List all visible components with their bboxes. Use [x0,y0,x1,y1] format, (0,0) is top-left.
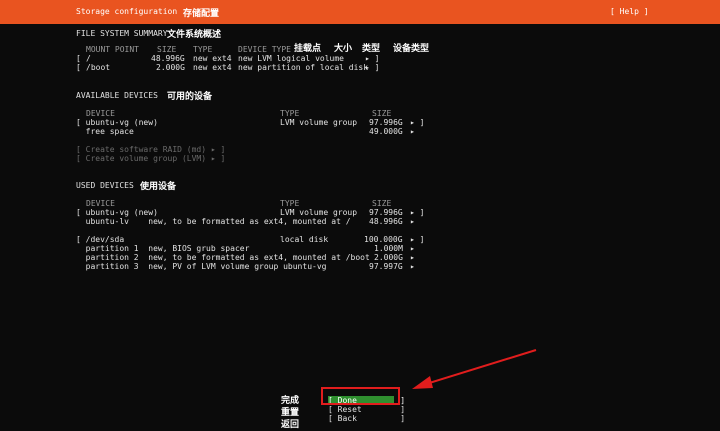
device-name: partition 2 new, to be formatted as ext4… [76,253,370,262]
used-col-type: TYPE [280,199,300,208]
fs-type: new ext4 [193,54,232,63]
row-menu-icon[interactable]: ▸ [410,253,415,262]
fs-col-size-cn: 大小 [334,44,353,54]
device-size: 2.000G [374,253,403,262]
fs-col-type-cn: 类型 [362,44,381,54]
row-menu-icon[interactable]: ▸ [410,244,415,253]
used-col-device: DEVICE [86,199,115,208]
device-size: 49.000G [369,127,403,136]
row-menu-icon[interactable]: ▸ ] [365,54,379,63]
avail-col-type: TYPE [280,109,300,118]
device-type: LVM volume group [280,208,358,217]
annotation-arrow-icon [412,349,537,389]
fs-summary-title: FILE SYSTEM SUMMARY [76,29,168,38]
available-title: AVAILABLE DEVICES [76,91,158,100]
help-button[interactable]: [ Help ] [610,7,649,16]
device-name: [ ubuntu-vg (new) [76,118,158,127]
used-title: USED DEVICES [76,181,134,190]
device-size: 97.996G [369,208,403,217]
fs-type: new ext4 [193,63,232,72]
available-title-cn: 可用的设备 [167,92,213,102]
device-size: 1.000M [374,244,403,253]
device-type: LVM volume group [280,118,358,127]
row-menu-icon[interactable]: ▸ ] [365,63,379,72]
fs-col-size: SIZE [157,45,177,54]
device-size: 100.000G [364,235,403,244]
fs-device-type: new partition of local disk [238,63,369,72]
create-vg-button[interactable]: [ Create volume group (LVM) ▸ ] [76,154,225,163]
device-size: 48.996G [369,217,403,226]
row-menu-icon[interactable]: ▸ [410,127,415,136]
fs-summary-title-cn: 文件系统概述 [167,30,222,40]
fs-size: 2.000G [156,63,185,72]
reset-button[interactable]: [ Reset ] [328,405,405,414]
device-name: partition 1 new, BIOS grub spacer [76,244,250,253]
fs-col-device-type-cn: 设备类型 [393,44,430,54]
row-menu-icon[interactable]: ▸ ] [410,208,424,217]
used-col-size: SIZE [372,199,392,208]
avail-col-size: SIZE [372,109,392,118]
fs-device-type: new LVM logical volume [238,54,344,63]
device-name: [ ubuntu-vg (new) [76,208,158,217]
fs-mount: / [86,54,91,63]
fs-col-device-type: DEVICE TYPE [238,45,291,54]
back-button[interactable]: [ Back ] [328,414,405,423]
row-menu-icon[interactable]: ▸ [410,262,415,271]
device-name: free space [76,127,134,136]
used-title-cn: 使用设备 [140,182,177,192]
create-raid-button[interactable]: [ Create software RAID (md) ▸ ] [76,145,225,154]
header-bar: Storage configuration 存储配置 [ Help ] [0,0,720,24]
device-name: partition 3 new, PV of LVM volume group … [76,262,327,271]
back-label-cn: 返回 [281,420,300,430]
device-name: [ /dev/sda [76,235,125,244]
row-menu-icon[interactable]: ▸ [410,217,415,226]
fs-size: 48.996G [151,54,185,63]
device-size: 97.996G [369,118,403,127]
fs-col-mount-cn: 挂载点 [294,44,322,54]
row-menu-icon[interactable]: ▸ ] [410,118,424,127]
fs-mount: /boot [86,63,111,72]
avail-col-device: DEVICE [86,109,115,118]
annotation-highlight-box [321,387,400,405]
fs-col-mount: MOUNT POINT [86,45,139,54]
page-title: Storage configuration [76,7,178,16]
device-type: local disk [280,235,329,244]
device-name: ubuntu-lv new, to be formatted as ext4, … [76,217,351,226]
page-title-cn: 存储配置 [183,9,220,19]
device-size: 97.997G [369,262,403,271]
row-menu-icon[interactable]: ▸ ] [410,235,424,244]
fs-col-type: TYPE [193,45,213,54]
